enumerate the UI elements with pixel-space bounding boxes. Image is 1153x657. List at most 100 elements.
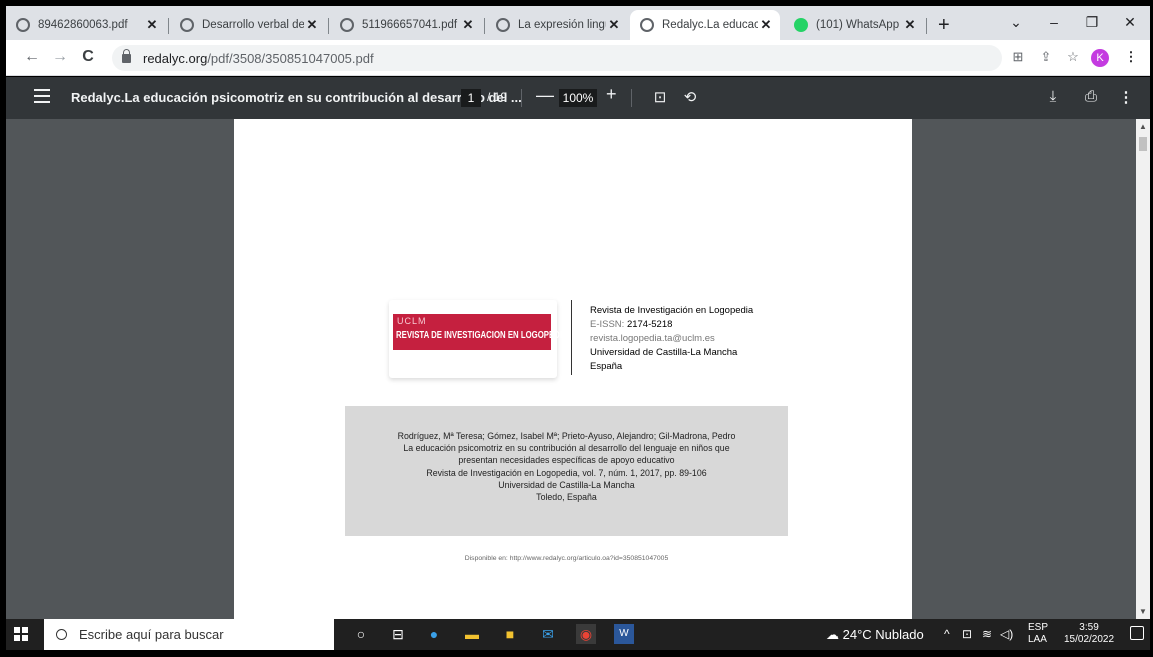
logo-divider (571, 300, 572, 375)
forward-button[interactable]: → (50, 48, 70, 66)
pdf-toolbar: Redalyc.La educación psicomotriz en su c… (6, 77, 1150, 119)
tab-close-icon[interactable]: ✕ (606, 17, 622, 33)
lang-code: ESP (1028, 622, 1049, 633)
issn-label: E-ISSN: (590, 319, 625, 330)
reload-button[interactable]: C (78, 48, 98, 66)
tab-strip: 89462860063.pdf ✕ Desarrollo verbal de l… (6, 6, 1150, 40)
system-clock[interactable]: 3:59 15/02/2022 (1064, 622, 1114, 646)
volume-icon[interactable]: ◁) (1000, 627, 1013, 641)
tab-search-chevron-icon[interactable]: ⌄ (1006, 14, 1026, 31)
minimize-button[interactable]: – (1044, 14, 1064, 30)
tab-title: (101) WhatsApp (816, 19, 900, 31)
journal-logo: UCLM REVISTA DE INVESTIGACION EN LOGOPED… (389, 300, 568, 378)
tab-close-icon[interactable]: ✕ (304, 17, 320, 33)
back-button[interactable]: ← (22, 48, 42, 66)
tab-close-icon[interactable]: ✕ (758, 17, 774, 33)
citation-publisher: Universidad de Castilla-La Mancha (498, 479, 635, 490)
journal-university: Universidad de Castilla-La Mancha (590, 347, 738, 358)
page-total: / 19 (487, 90, 508, 104)
logo-uclm: UCLM (397, 316, 427, 326)
new-tab-button[interactable]: + (938, 14, 950, 37)
globe-icon (340, 18, 354, 32)
word-icon[interactable]: W (614, 624, 634, 644)
chrome-icon[interactable]: ◉ (576, 624, 596, 644)
weather-text: 24°C Nublado (842, 627, 924, 642)
tab-separator (168, 18, 169, 34)
scrollbar[interactable]: ▲ ▼ (1136, 119, 1150, 619)
mail-icon[interactable]: ✉ (538, 624, 558, 644)
cortana-icon[interactable]: ○ (351, 624, 371, 644)
tab-separator (926, 18, 927, 34)
menu-hamburger-icon[interactable] (34, 89, 50, 105)
tab-close-icon[interactable]: ✕ (902, 17, 918, 33)
citation-source: Revista de Investigación en Logopedia, v… (426, 467, 707, 478)
logo-band: UCLM REVISTA DE INVESTIGACION EN LOGOPED… (393, 314, 568, 350)
fit-page-icon[interactable]: ⊡ (650, 88, 670, 106)
store-icon[interactable]: ■ (500, 624, 520, 644)
tab-89462860063[interactable]: 89462860063.pdf ✕ (6, 10, 166, 40)
page-number-input[interactable]: 1 (461, 89, 481, 107)
language-indicator[interactable]: ESP LAA (1028, 622, 1048, 646)
scroll-thumb[interactable] (1139, 137, 1147, 151)
clock-date: 15/02/2022 (1064, 634, 1115, 645)
search-placeholder: Escribe aquí para buscar (79, 627, 224, 642)
browser-toolbar: ← → C redalyc.org/pdf/3508/350851047005.… (6, 40, 1150, 76)
start-button[interactable] (14, 627, 28, 641)
rotate-icon[interactable]: ⟲ (680, 88, 700, 106)
zoom-in-button[interactable]: + (606, 84, 617, 105)
zoom-level-input[interactable]: 100% (559, 89, 597, 107)
journal-name: Revista de Investigación en Logopedia (590, 305, 754, 316)
tab-separator (484, 18, 485, 34)
lock-icon[interactable] (122, 48, 131, 63)
weather-widget[interactable]: ☁ 24°C Nublado (826, 627, 924, 643)
pdf-page: UCLM REVISTA DE INVESTIGACION EN LOGOPED… (234, 119, 912, 619)
tab-511966657041[interactable]: 511966657041.pdf ✕ (330, 10, 482, 40)
tab-title: Desarrollo verbal de lo (202, 19, 304, 31)
address-bar[interactable]: redalyc.org/pdf/3508/350851047005.pdf (112, 45, 1002, 71)
toolbar-divider (521, 89, 522, 107)
tab-la-expresion[interactable]: La expresión lingüístic ✕ (486, 10, 628, 40)
scroll-down-icon[interactable]: ▼ (1139, 607, 1147, 616)
file-explorer-icon[interactable]: ▬ (462, 624, 482, 644)
zoom-out-button[interactable]: — (536, 85, 554, 106)
more-options-icon[interactable]: ⋮ (1116, 88, 1136, 106)
chevron-up-icon[interactable]: ^ (944, 627, 950, 641)
notification-icon[interactable] (1130, 626, 1144, 640)
clock-time: 3:59 (1079, 622, 1099, 633)
cloud-icon: ☁ (826, 627, 839, 642)
globe-icon (640, 18, 654, 32)
available-at-link[interactable]: Disponible en: http://www.redalyc.org/ar… (345, 555, 788, 562)
task-view-icon[interactable]: ⊟ (388, 624, 408, 644)
bookmark-star-icon[interactable]: ☆ (1064, 49, 1082, 65)
taskbar-search[interactable]: Escribe aquí para buscar (44, 619, 334, 650)
citation-authors: Rodríguez, Mª Teresa; Gómez, Isabel Mª; … (397, 431, 736, 441)
menu-kebab-icon[interactable]: ⋮ (1122, 49, 1140, 65)
tab-desarrollo-verbal[interactable]: Desarrollo verbal de lo ✕ (170, 10, 326, 40)
close-window-button[interactable]: ✕ (1120, 14, 1140, 31)
translate-icon[interactable]: ⊞ (1009, 49, 1027, 65)
wifi-icon[interactable]: ≋ (982, 627, 992, 641)
tab-title: La expresión lingüístic (518, 19, 606, 31)
document-title: Redalyc.La educación psicomotriz en su c… (71, 90, 522, 105)
citation-location: Toledo, España (536, 492, 597, 503)
share-icon[interactable]: ⇪ (1037, 49, 1055, 65)
edge-icon[interactable]: ● (424, 624, 444, 644)
journal-country: España (590, 361, 623, 372)
pdf-viewer[interactable]: UCLM REVISTA DE INVESTIGACION EN LOGOPED… (6, 119, 1150, 619)
journal-email: revista.logopedia.ta@uclm.es (590, 333, 715, 344)
globe-icon (496, 18, 510, 32)
windows-taskbar: Escribe aquí para buscar ○ ⊟ ● ▬ ■ ✉ ◉ W… (6, 619, 1150, 650)
tab-close-icon[interactable]: ✕ (144, 17, 160, 33)
tab-redalyc-active[interactable]: Redalyc.La educación ✕ (630, 10, 780, 40)
tab-close-icon[interactable]: ✕ (460, 17, 476, 33)
download-icon[interactable]: ⤓ (1043, 88, 1063, 105)
whatsapp-icon (794, 18, 808, 32)
toolbar-divider (631, 89, 632, 107)
maximize-button[interactable]: ❐ (1082, 14, 1102, 31)
profile-avatar[interactable]: K (1091, 49, 1109, 67)
citation-title-line-1: La educación psicomotriz en su contribuc… (403, 443, 730, 454)
tab-whatsapp[interactable]: (101) WhatsApp ✕ (784, 10, 924, 40)
print-icon[interactable]: ⎙ (1081, 88, 1101, 105)
scroll-up-icon[interactable]: ▲ (1139, 122, 1147, 131)
onedrive-icon[interactable]: ⊡ (962, 627, 972, 641)
